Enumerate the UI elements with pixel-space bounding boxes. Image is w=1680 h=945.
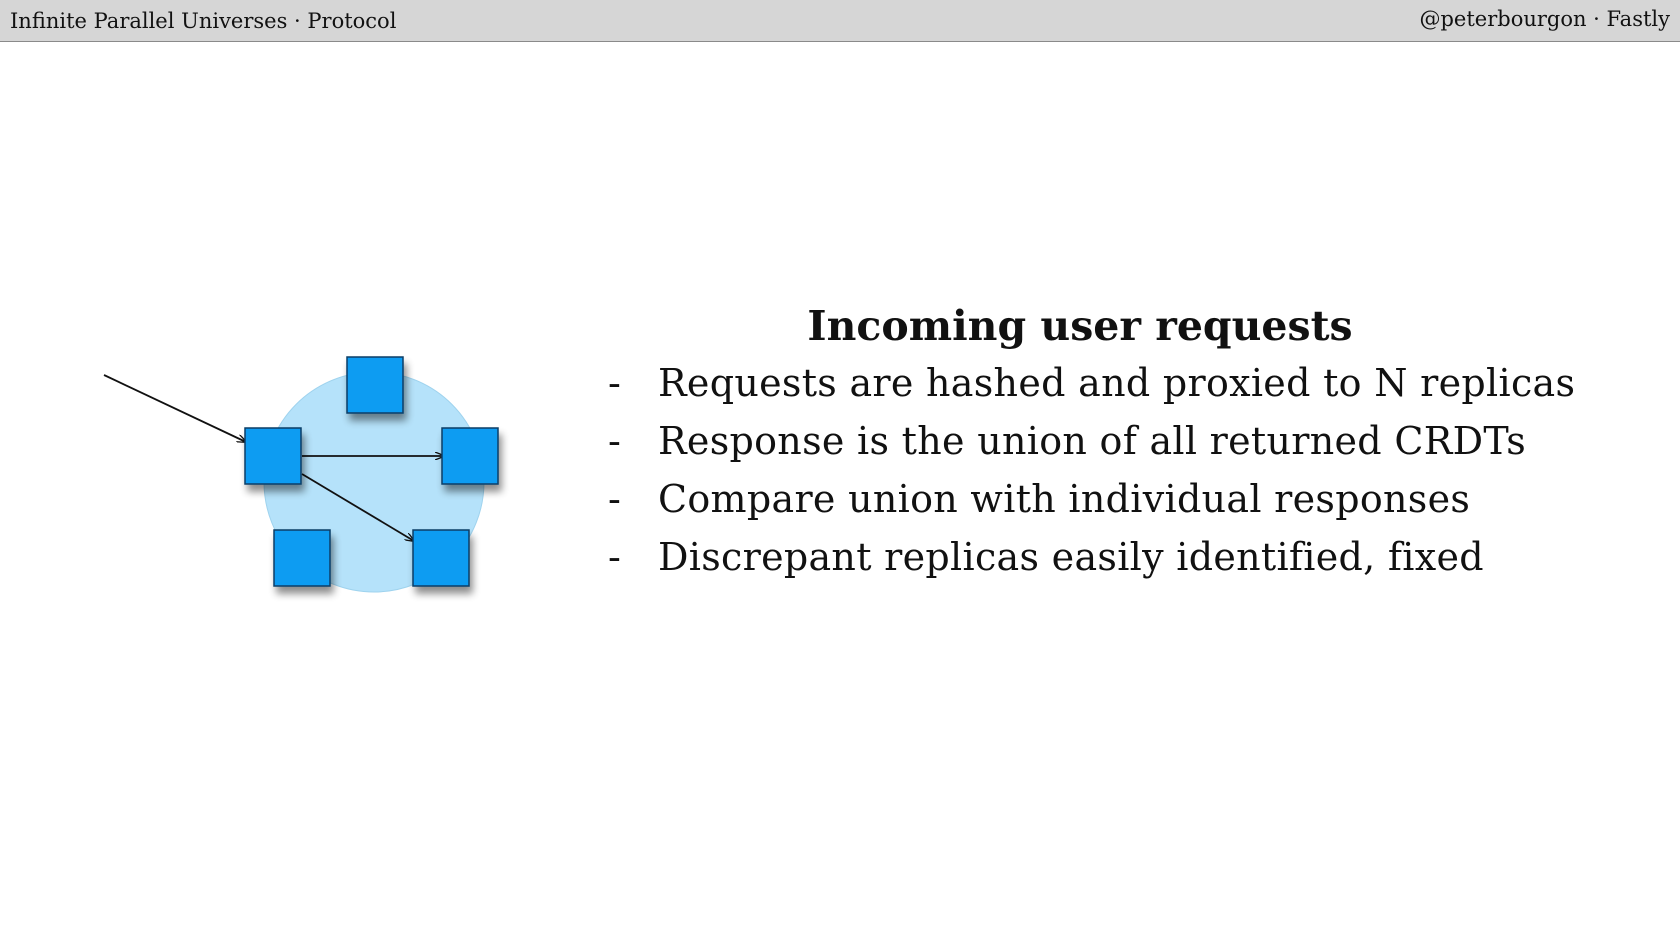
bullet-dash: -: [608, 361, 621, 405]
bullet-text: Requests are hashed and proxied to N rep…: [658, 361, 1576, 405]
replica-node-right: [441, 427, 499, 485]
bullet-dash: -: [608, 477, 621, 521]
bullet-text: Discrepant replicas easily identified, f…: [658, 535, 1484, 579]
slide-title: Incoming user requests: [807, 302, 1353, 350]
header-bar: Infinite Parallel Universes · Protocol @…: [0, 0, 1680, 42]
replica-node-top: [346, 356, 404, 414]
header-author: @peterbourgon · Fastly: [1419, 7, 1670, 31]
replica-node-bottom-right: [412, 529, 470, 587]
replica-ring-diagram: [103, 356, 499, 593]
replica-node-left: [244, 427, 302, 485]
header-title: Infinite Parallel Universes · Protocol: [10, 9, 397, 33]
bullet-dash: -: [608, 419, 621, 463]
incoming-request-arrow: [103, 374, 246, 442]
bullet-text: Response is the union of all returned CR…: [658, 419, 1527, 463]
replica-node-bottom-left: [273, 529, 331, 587]
bullet-text: Compare union with individual responses: [658, 477, 1471, 521]
bullet-dash: -: [608, 535, 621, 579]
